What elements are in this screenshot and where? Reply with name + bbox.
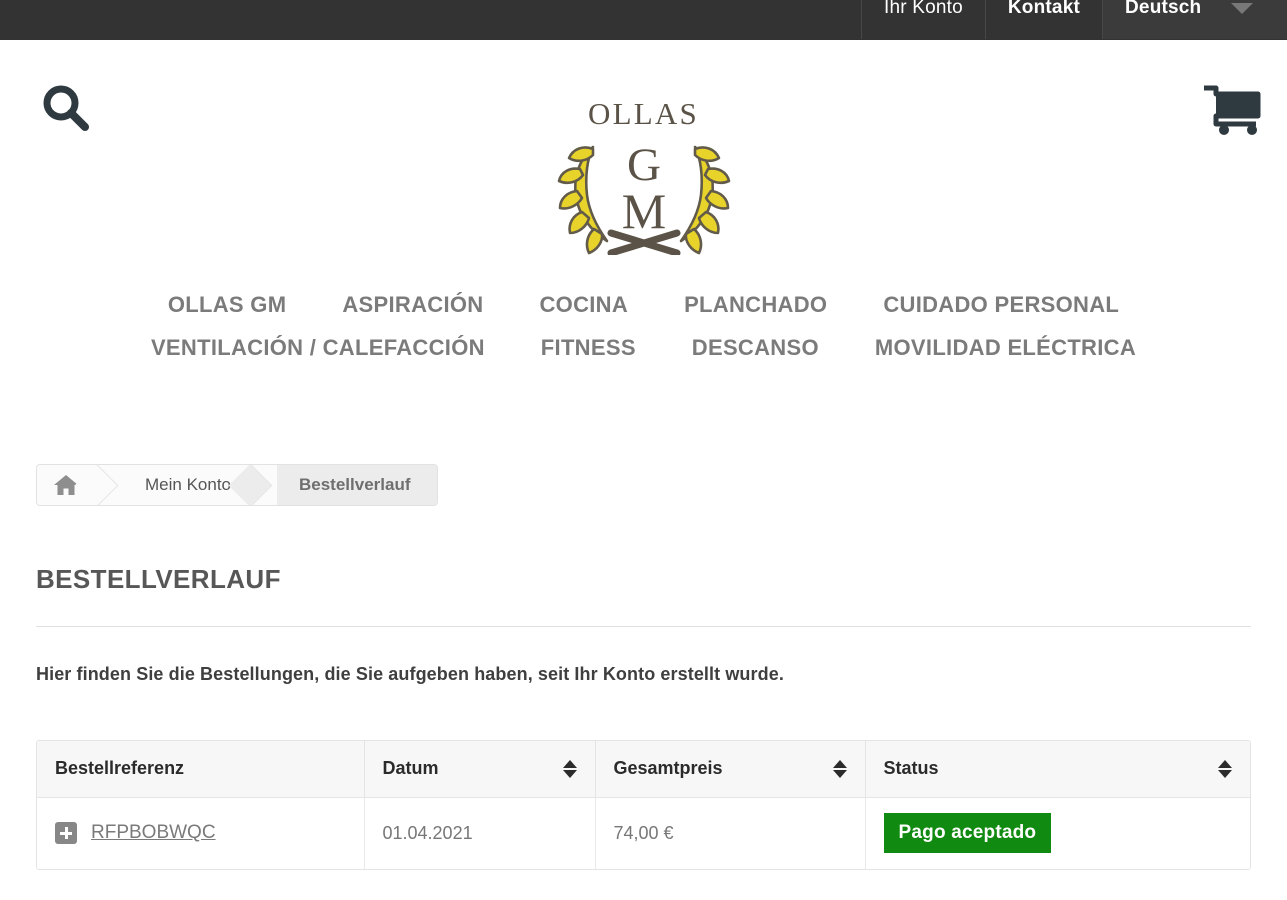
order-history-table-container: Bestellreferenz Datum Gesamtpreis Status… bbox=[36, 740, 1251, 870]
sort-toggle-total-icon[interactable] bbox=[832, 759, 847, 778]
column-header-date-label: Datum bbox=[382, 758, 439, 779]
search-icon[interactable] bbox=[40, 82, 92, 134]
top-utility-bar: Ihr Konto Kontakt Deutsch bbox=[0, 0, 1287, 40]
column-header-reference: Bestellreferenz bbox=[37, 741, 365, 798]
order-reference-link[interactable]: RFPBOBWQC bbox=[91, 822, 216, 844]
cell-order-status: Pago aceptado bbox=[865, 797, 1250, 869]
breadcrumb-separator-1 bbox=[93, 465, 123, 505]
table-header-row: Bestellreferenz Datum Gesamtpreis Status bbox=[37, 741, 1250, 798]
laurel-wreath-icon: G M bbox=[557, 139, 730, 257]
table-head: Bestellreferenz Datum Gesamtpreis Status bbox=[37, 741, 1250, 798]
column-header-total[interactable]: Gesamtpreis bbox=[595, 741, 866, 798]
order-history-table: Bestellreferenz Datum Gesamtpreis Status… bbox=[37, 741, 1250, 869]
column-header-status[interactable]: Status bbox=[865, 741, 1250, 798]
nav-row-2: VENTILACIÓN / CALEFACCIÓN FITNESS DESCAN… bbox=[0, 335, 1287, 361]
language-selector[interactable]: Deutsch bbox=[1102, 0, 1287, 39]
nav-item-ollas-gm[interactable]: OLLAS GM bbox=[168, 292, 287, 318]
topbar-account-link[interactable]: Ihr Konto bbox=[860, 0, 985, 39]
page-intro-text: Hier finden Sie die Bestellungen, die Si… bbox=[36, 664, 784, 684]
column-header-status-label: Status bbox=[883, 758, 939, 779]
nav-item-cuidado-personal[interactable]: CUIDADO PERSONAL bbox=[883, 292, 1119, 318]
site-logo[interactable]: OLLAS G M bbox=[549, 98, 739, 260]
cell-order-date: 01.04.2021 bbox=[364, 797, 596, 869]
column-header-total-label: Gesamtpreis bbox=[613, 758, 723, 779]
cell-order-reference: RFPBOBWQC bbox=[37, 797, 365, 869]
expand-order-details-icon[interactable] bbox=[55, 822, 77, 845]
logo-letter-m: M bbox=[621, 183, 665, 239]
site-header: OLLAS G M bbox=[0, 40, 1287, 300]
nav-item-aspiracion[interactable]: ASPIRACIÓN bbox=[342, 292, 483, 318]
nav-item-cocina[interactable]: COCINA bbox=[539, 292, 628, 318]
column-header-date[interactable]: Datum bbox=[364, 741, 596, 798]
language-selector-label: Deutsch bbox=[1125, 0, 1202, 18]
table-body: RFPBOBWQC 01.04.2021 74,00 € Pago acepta… bbox=[37, 797, 1250, 869]
breadcrumb: Mein Konto Bestellverlauf bbox=[36, 464, 438, 506]
nav-item-fitness[interactable]: FITNESS bbox=[541, 335, 636, 361]
sort-toggle-date-icon[interactable] bbox=[562, 759, 577, 778]
shopping-cart-icon[interactable] bbox=[1202, 84, 1262, 136]
cell-order-total: 74,00 € bbox=[595, 797, 866, 869]
nav-item-ventilacion-calefaccion[interactable]: VENTILACIÓN / CALEFACCIÓN bbox=[151, 335, 485, 361]
nav-item-descanso[interactable]: DESCANSO bbox=[692, 335, 819, 361]
nav-item-movilidad-electrica[interactable]: MOVILIDAD ELÉCTRICA bbox=[875, 335, 1136, 361]
table-row: RFPBOBWQC 01.04.2021 74,00 € Pago acepta… bbox=[37, 797, 1250, 869]
status-badge: Pago aceptado bbox=[883, 813, 1052, 854]
title-divider bbox=[36, 626, 1251, 627]
main-navigation: OLLAS GM ASPIRACIÓN COCINA PLANCHADO CUI… bbox=[0, 292, 1287, 378]
column-header-reference-label: Bestellreferenz bbox=[55, 758, 185, 779]
sort-toggle-status-icon[interactable] bbox=[1218, 759, 1232, 778]
breadcrumb-item-bestellverlauf: Bestellverlauf bbox=[277, 465, 437, 505]
nav-row-1: OLLAS GM ASPIRACIÓN COCINA PLANCHADO CUI… bbox=[0, 292, 1287, 318]
nav-item-planchado[interactable]: PLANCHADO bbox=[684, 292, 827, 318]
chevron-down-icon bbox=[1231, 2, 1254, 14]
page-title: BESTELLVERLAUF bbox=[36, 564, 281, 594]
topbar-contact-link[interactable]: Kontakt bbox=[984, 0, 1102, 39]
breadcrumb-separator-2 bbox=[247, 465, 277, 505]
